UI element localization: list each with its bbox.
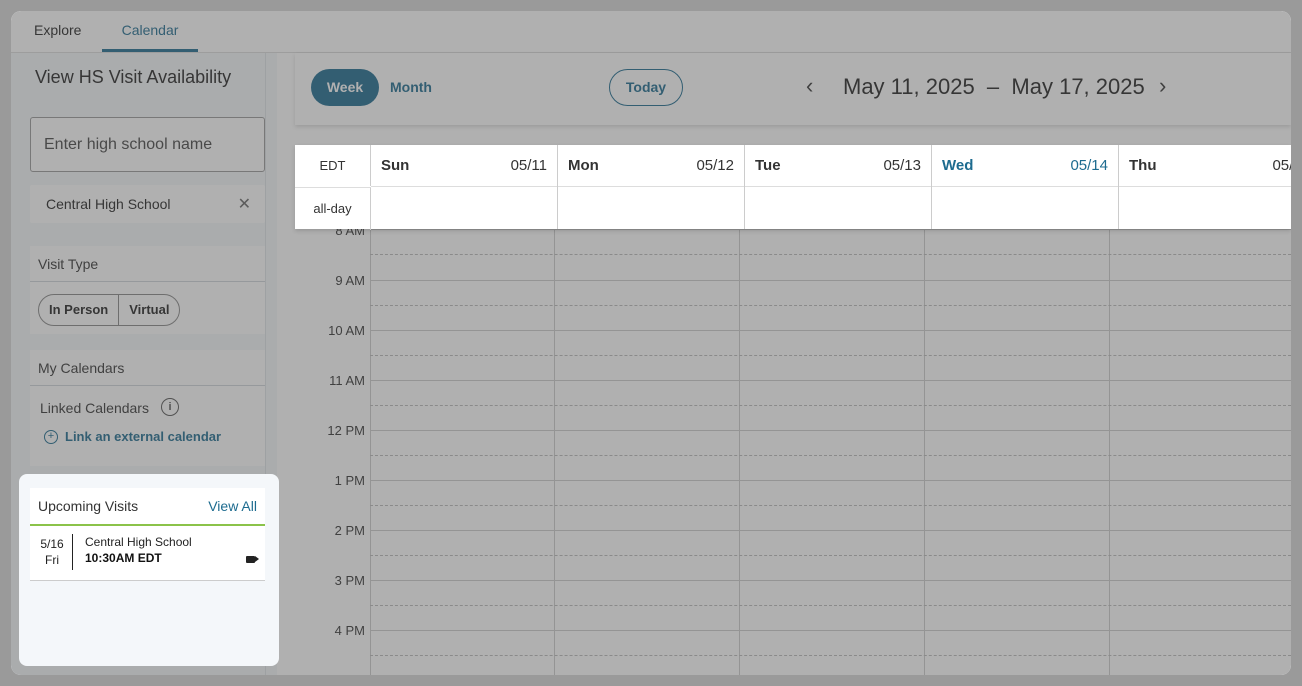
all-day-cell[interactable] (745, 186, 931, 230)
day-name: Thu (1129, 157, 1157, 174)
day-name: Sun (381, 157, 410, 174)
video-camera-icon (246, 556, 259, 563)
day-name: Wed (942, 157, 974, 174)
day-column-wed[interactable]: Wed 05/14 (932, 145, 1119, 229)
all-day-cell[interactable] (371, 186, 557, 230)
day-name: Tue (755, 157, 781, 174)
day-column-tue[interactable]: Tue 05/13 (745, 145, 932, 229)
day-date: 05/14 (1070, 157, 1108, 174)
day-column-sun[interactable]: Sun 05/11 (371, 145, 558, 229)
day-date: 05/11 (510, 157, 547, 174)
visit-date: 5/16 (40, 537, 64, 551)
all-day-label: all-day (295, 187, 371, 230)
visit-school: Central High School (85, 535, 192, 549)
app-window: Explore Calendar View HS Visit Availabil… (11, 11, 1291, 675)
visit-item[interactable]: 5/16 Fri Central High School 10:30AM EDT (30, 526, 265, 581)
day-column-thu[interactable]: Thu 05/15 (1119, 145, 1291, 229)
upcoming-visits-title: Upcoming Visits (38, 498, 139, 514)
all-day-cell[interactable] (558, 186, 744, 230)
timezone-label: EDT (295, 145, 371, 186)
day-column-mon[interactable]: Mon 05/12 (558, 145, 745, 229)
visit-time: 10:30AM EDT (85, 551, 162, 565)
day-date: 05/12 (696, 157, 734, 174)
day-date: 05/15 (1272, 157, 1291, 174)
view-all-link[interactable]: View All (208, 498, 257, 514)
all-day-cell[interactable] (1119, 186, 1291, 230)
upcoming-visits-panel: Upcoming Visits View All 5/16 Fri Centra… (19, 474, 279, 666)
upcoming-visits-header: Upcoming Visits View All (30, 488, 265, 526)
day-date: 05/13 (883, 157, 921, 174)
all-day-cell[interactable] (932, 186, 1118, 230)
visit-date-block: 5/16 Fri (39, 536, 65, 568)
calendar-header: EDT all-day Sun 05/11 Mon 05/12 Tue 05/1… (295, 145, 1291, 230)
visit-divider (72, 534, 73, 570)
day-name: Mon (568, 157, 599, 174)
visit-weekday: Fri (45, 553, 59, 567)
